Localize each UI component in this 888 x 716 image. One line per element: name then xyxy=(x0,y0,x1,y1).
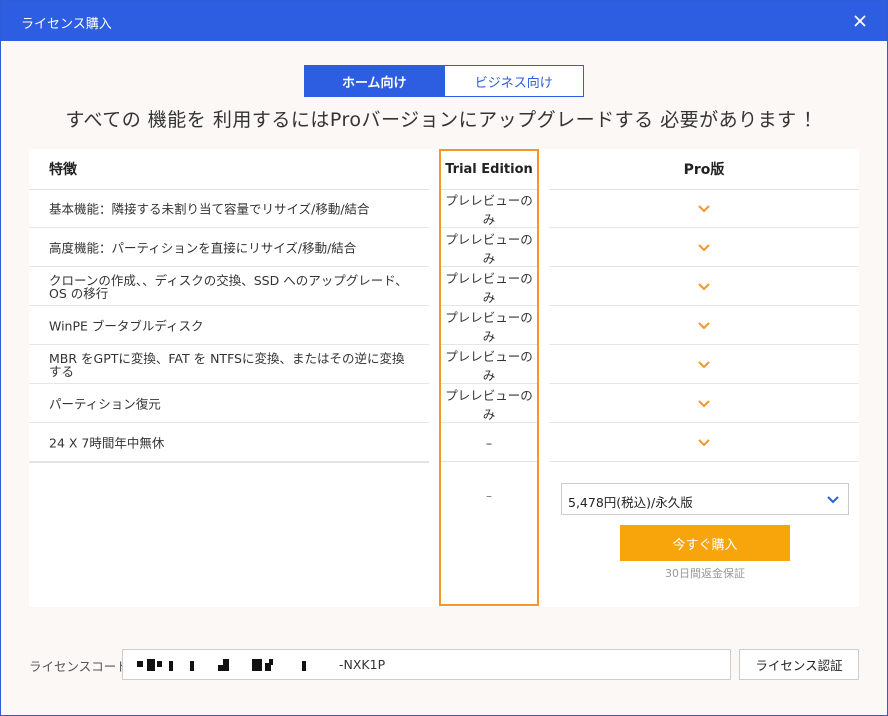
check-icon xyxy=(698,204,710,212)
window-title: ライセンス購入 xyxy=(21,17,112,32)
row-divider xyxy=(29,462,429,463)
license-code-suffix: -NXK1P xyxy=(339,657,386,672)
trial-value: – xyxy=(485,435,493,450)
feature-label: MBR をGPTに変換、FAT を NTFSに変換、またはその逆に変換する xyxy=(49,350,405,379)
table-row-pro xyxy=(549,267,859,306)
check-icon xyxy=(698,243,710,251)
trial-value: プレレビューのみ xyxy=(445,348,533,383)
trial-value: プレレビューのみ xyxy=(445,309,533,344)
row-divider xyxy=(549,461,859,462)
feature-label: 24 X 7時間年中無休 xyxy=(49,435,165,450)
table-row-feature: クローンの作成、、ディスクの交換、SSD へのアップグレード、OS の移行 xyxy=(29,267,429,306)
header-feature: 特徴 xyxy=(49,162,77,178)
table-row-feature: 基本機能：隣接する未割り当て容量でリサイズ/移動/結合 xyxy=(29,189,429,228)
trial-value: プレレビューのみ xyxy=(445,387,533,422)
table-row-trial: プレレビューのみ xyxy=(441,306,537,345)
price-dropdown[interactable]: 5,478円(税込)/永久版 xyxy=(561,483,849,515)
license-code-label: ライセンスコード xyxy=(29,659,129,674)
table-row-pro xyxy=(549,384,859,423)
tab-home[interactable]: ホーム向け xyxy=(304,65,445,97)
table-row-pro xyxy=(549,345,859,384)
chevron-down-icon xyxy=(827,496,839,504)
edition-tabs: ホーム向け ビジネス向け xyxy=(304,65,584,97)
table-row-trial: プレレビューのみ xyxy=(441,228,537,267)
table-row-feature: WinPE ブータブルディスク xyxy=(29,306,429,345)
table-row-trial: プレレビューのみ xyxy=(441,345,537,384)
table-row-pro xyxy=(549,423,859,462)
table-row-trial: プレレビューのみ xyxy=(441,267,537,306)
table-row-pro xyxy=(549,228,859,267)
trial-value: プレレビューのみ xyxy=(445,231,533,266)
table-row-feature: パーティション復元 xyxy=(29,384,429,423)
close-icon[interactable] xyxy=(849,10,871,32)
redacted-code xyxy=(137,659,306,671)
header-trial-edition: Trial Edition xyxy=(445,161,533,177)
feature-label: 高度機能：パーティションを直接にリサイズ/移動/結合 xyxy=(49,240,357,255)
table-row-trial: – xyxy=(441,423,537,462)
check-icon xyxy=(698,399,710,407)
feature-label: WinPE ブータブルディスク xyxy=(49,318,204,333)
trial-purchase-dash: – xyxy=(486,489,492,503)
check-icon xyxy=(698,321,710,329)
table-row-pro xyxy=(549,189,859,228)
feature-label: 基本機能：隣接する未割り当て容量でリサイズ/移動/結合 xyxy=(49,201,370,216)
feature-label: クローンの作成、、ディスクの交換、SSD へのアップグレード、OS の移行 xyxy=(49,272,408,301)
license-code-input[interactable]: -NXK1P xyxy=(122,649,731,680)
license-verify-button[interactable]: ライセンス認証 xyxy=(739,649,859,680)
table-row-feature: 高度機能：パーティションを直接にリサイズ/移動/結合 xyxy=(29,228,429,267)
buy-now-button[interactable]: 今すぐ購入 xyxy=(620,525,790,561)
row-divider xyxy=(441,461,537,462)
table-row-pro xyxy=(549,306,859,345)
feature-label: パーティション復元 xyxy=(49,396,161,411)
title-bar: ライセンス購入 xyxy=(1,1,887,41)
check-icon xyxy=(698,360,710,368)
upgrade-headline: すべての 機能を 利用するにはProバージョンにアップグレードする 必要がありま… xyxy=(65,109,823,131)
header-pro-edition: Pro版 xyxy=(683,162,725,178)
trial-value: プレレビューのみ xyxy=(445,270,533,305)
check-icon xyxy=(698,282,710,290)
table-row-trial: プレレビューのみ xyxy=(441,189,537,228)
trial-value: プレレビューのみ xyxy=(445,192,533,227)
table-row-feature: 24 X 7時間年中無休 xyxy=(29,423,429,462)
price-selected-value: 5,478円(税込)/永久版 xyxy=(568,495,693,510)
license-purchase-window: ライセンス購入 ホーム向け ビジネス向け すべての 機能を 利用するにはProバ… xyxy=(0,0,888,716)
money-back-guarantee: 30日間返金保証 xyxy=(665,567,745,580)
table-row-feature: MBR をGPTに変換、FAT を NTFSに変換、またはその逆に変換する xyxy=(29,345,429,384)
table-row-trial: プレレビューのみ xyxy=(441,384,537,423)
check-icon xyxy=(698,438,710,446)
tab-business[interactable]: ビジネス向け xyxy=(444,65,584,97)
